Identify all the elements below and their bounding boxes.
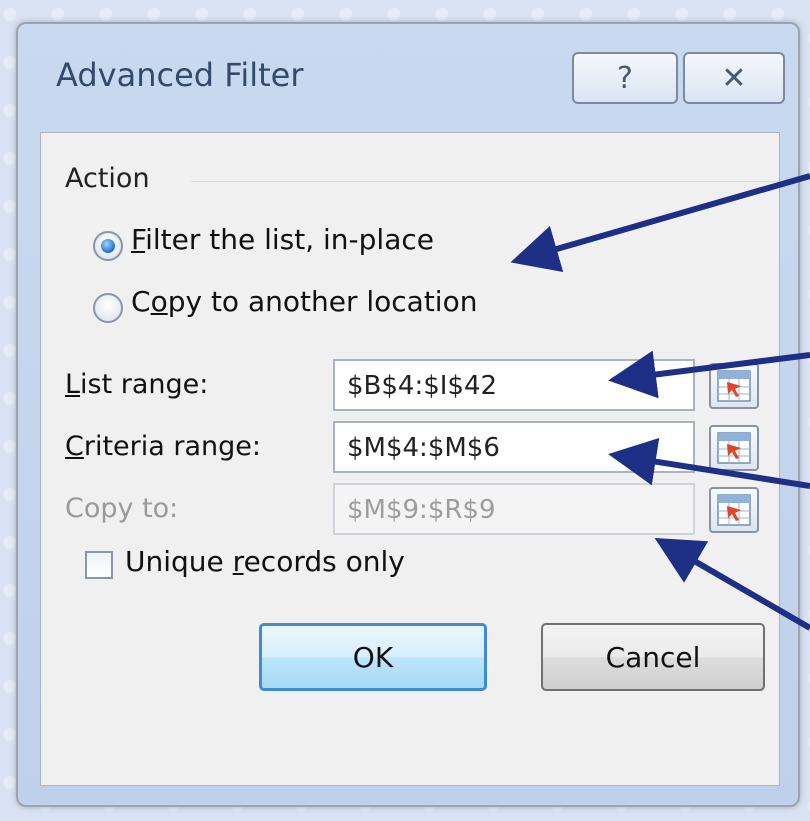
help-button[interactable]: ? — [572, 52, 678, 104]
filter-in-place-label[interactable]: Filter the list, in-place — [131, 223, 434, 256]
range-selector-icon — [717, 370, 751, 402]
advanced-filter-dialog: Advanced Filter ? ✕ Action Filter the li… — [16, 22, 800, 807]
unique-records-checkbox[interactable] — [85, 551, 113, 579]
copy-to-location-label[interactable]: Copy to another location — [131, 285, 477, 318]
list-range-label: List range: — [65, 369, 209, 400]
range-selector-icon — [717, 432, 751, 464]
filter-in-place-radio[interactable] — [93, 231, 123, 261]
criteria-range-input[interactable]: $M$4:$M$6 — [333, 421, 695, 473]
range-selector-icon — [717, 494, 751, 526]
dialog-titlebar: Advanced Filter ? ✕ — [18, 24, 798, 134]
help-icon: ? — [617, 60, 633, 96]
dialog-title: Advanced Filter — [56, 56, 304, 94]
list-range-input[interactable]: $B$4:$I$42 — [333, 359, 695, 411]
dialog-client-area: Action Filter the list, in-place Copy to… — [40, 132, 780, 786]
copy-to-location-radio[interactable] — [93, 293, 123, 323]
action-group-label: Action — [65, 163, 160, 194]
copy-to-input[interactable]: $M$9:$R$9 — [333, 483, 695, 535]
copy-to-collapse-button[interactable] — [709, 487, 759, 533]
copy-to-label: Copy to: — [65, 493, 179, 524]
list-range-collapse-button[interactable] — [709, 363, 759, 409]
ok-button[interactable]: OK — [259, 623, 487, 691]
cancel-button[interactable]: Cancel — [541, 623, 765, 691]
close-icon: ✕ — [721, 60, 747, 96]
criteria-range-label: Criteria range: — [65, 431, 261, 462]
unique-records-label[interactable]: Unique records only — [125, 545, 405, 578]
action-group-divider — [191, 181, 779, 182]
criteria-range-collapse-button[interactable] — [709, 425, 759, 471]
close-button[interactable]: ✕ — [683, 52, 785, 104]
